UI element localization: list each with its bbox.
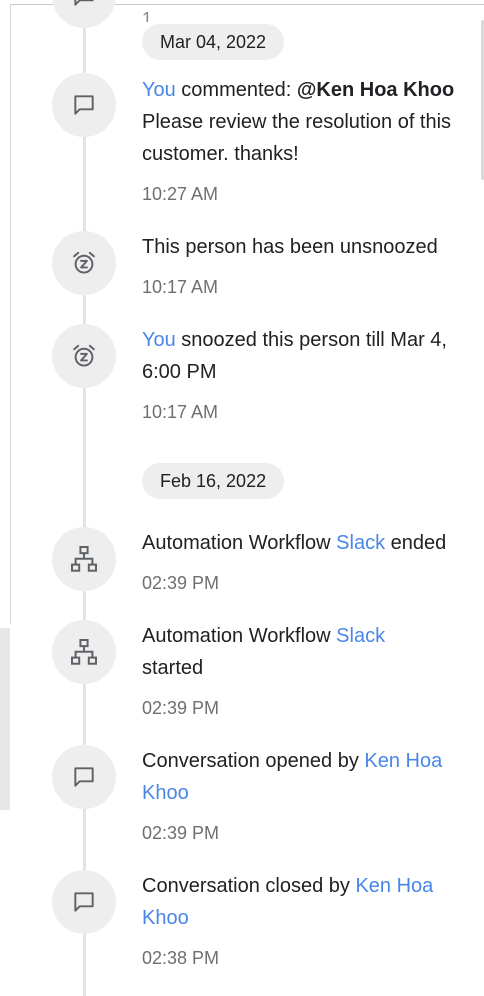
activity-entry-text: Automation Workflow Slack ended <box>142 527 472 559</box>
activity-timestamp: 10:27 AM <box>142 184 219 204</box>
comment-icon <box>74 0 94 6</box>
activity-entry: Automation Workflow Slack started 02:39 … <box>142 620 412 720</box>
activity-entry: Automation Workflow Slack ended 02:39 PM <box>142 527 472 595</box>
comment-message: Please review the resolution of this cus… <box>142 111 452 165</box>
activity-prefix: Automation Workflow <box>142 532 337 554</box>
workflow-link[interactable]: Slack <box>336 625 385 647</box>
activity-prefix: Conversation closed by <box>142 875 356 897</box>
workflow-icon <box>71 639 98 665</box>
activity-entry-text: You commented: @Ken Hoa Khoo Please revi… <box>142 74 472 170</box>
workflow-icon-circle <box>52 527 116 591</box>
workflow-icon-circle <box>52 620 116 684</box>
activity-entry-text: Conversation opened by Ken Hoa Khoo <box>142 745 452 809</box>
activity-suffix: started <box>142 657 204 679</box>
activity-timeline-panel: 1 Mar 04, 2022 You commented: @Ken Hoa K… <box>0 0 484 996</box>
activity-entry-text: Automation Workflow Slack started <box>142 620 412 684</box>
activity-timestamp: 02:39 PM <box>142 823 220 843</box>
comment-icon <box>74 892 94 912</box>
clipped-entry-text: 1 <box>142 10 153 22</box>
activity-entry: Conversation opened by Ken Hoa Khoo 02:3… <box>142 745 452 845</box>
date-divider: Feb 16, 2022 <box>142 463 285 499</box>
comment-icon-circle <box>52 73 116 137</box>
activity-entry-text: This person has been unsnoozed <box>142 236 438 258</box>
activity-suffix: ended <box>385 532 447 554</box>
activity-timestamp: 02:39 PM <box>142 573 220 593</box>
activity-entry: Conversation closed by Ken Hoa Khoo 02:3… <box>142 870 447 970</box>
activity-timestamp: 10:17 AM <box>142 277 219 297</box>
activity-entry-text: You snoozed this person till Mar 4, 6:00… <box>142 324 472 388</box>
activity-entry-text: Conversation closed by Ken Hoa Khoo <box>142 870 447 934</box>
snooze-icon-circle <box>52 324 116 388</box>
workflow-link[interactable]: Slack <box>336 532 385 554</box>
comment-icon-circle <box>52 745 116 809</box>
activity-entry: This person has been unsnoozed 10:17 AM <box>142 231 472 299</box>
side-panel-edge <box>0 628 10 810</box>
alarm-snooze-icon <box>73 251 95 274</box>
comment-icon-circle <box>52 870 116 934</box>
actor-link[interactable]: You <box>142 329 176 351</box>
comment-icon-circle <box>52 0 116 28</box>
activity-prefix: Conversation opened by <box>142 750 365 772</box>
alarm-snooze-icon <box>73 344 95 367</box>
mention: @Ken Hoa Khoo <box>296 79 455 101</box>
activity-timestamp: 10:17 AM <box>142 402 219 422</box>
timeline-line <box>83 0 86 996</box>
activity-entry: You commented: @Ken Hoa Khoo Please revi… <box>142 74 472 206</box>
date-divider: Mar 04, 2022 <box>142 24 285 60</box>
activity-detail: snoozed this person till Mar 4, 6:00 PM <box>142 329 447 383</box>
actor-link[interactable]: You <box>142 79 176 101</box>
activity-verb: commented: <box>175 79 297 101</box>
comment-icon <box>74 767 94 787</box>
panel-left-border <box>10 4 11 624</box>
activity-timestamp: 02:39 PM <box>142 698 220 718</box>
workflow-icon <box>71 546 98 572</box>
snooze-icon-circle <box>52 231 116 295</box>
activity-prefix: Automation Workflow <box>142 625 337 647</box>
activity-timestamp: 02:38 PM <box>142 948 220 968</box>
comment-icon <box>74 95 94 115</box>
activity-entry: You snoozed this person till Mar 4, 6:00… <box>142 324 472 424</box>
